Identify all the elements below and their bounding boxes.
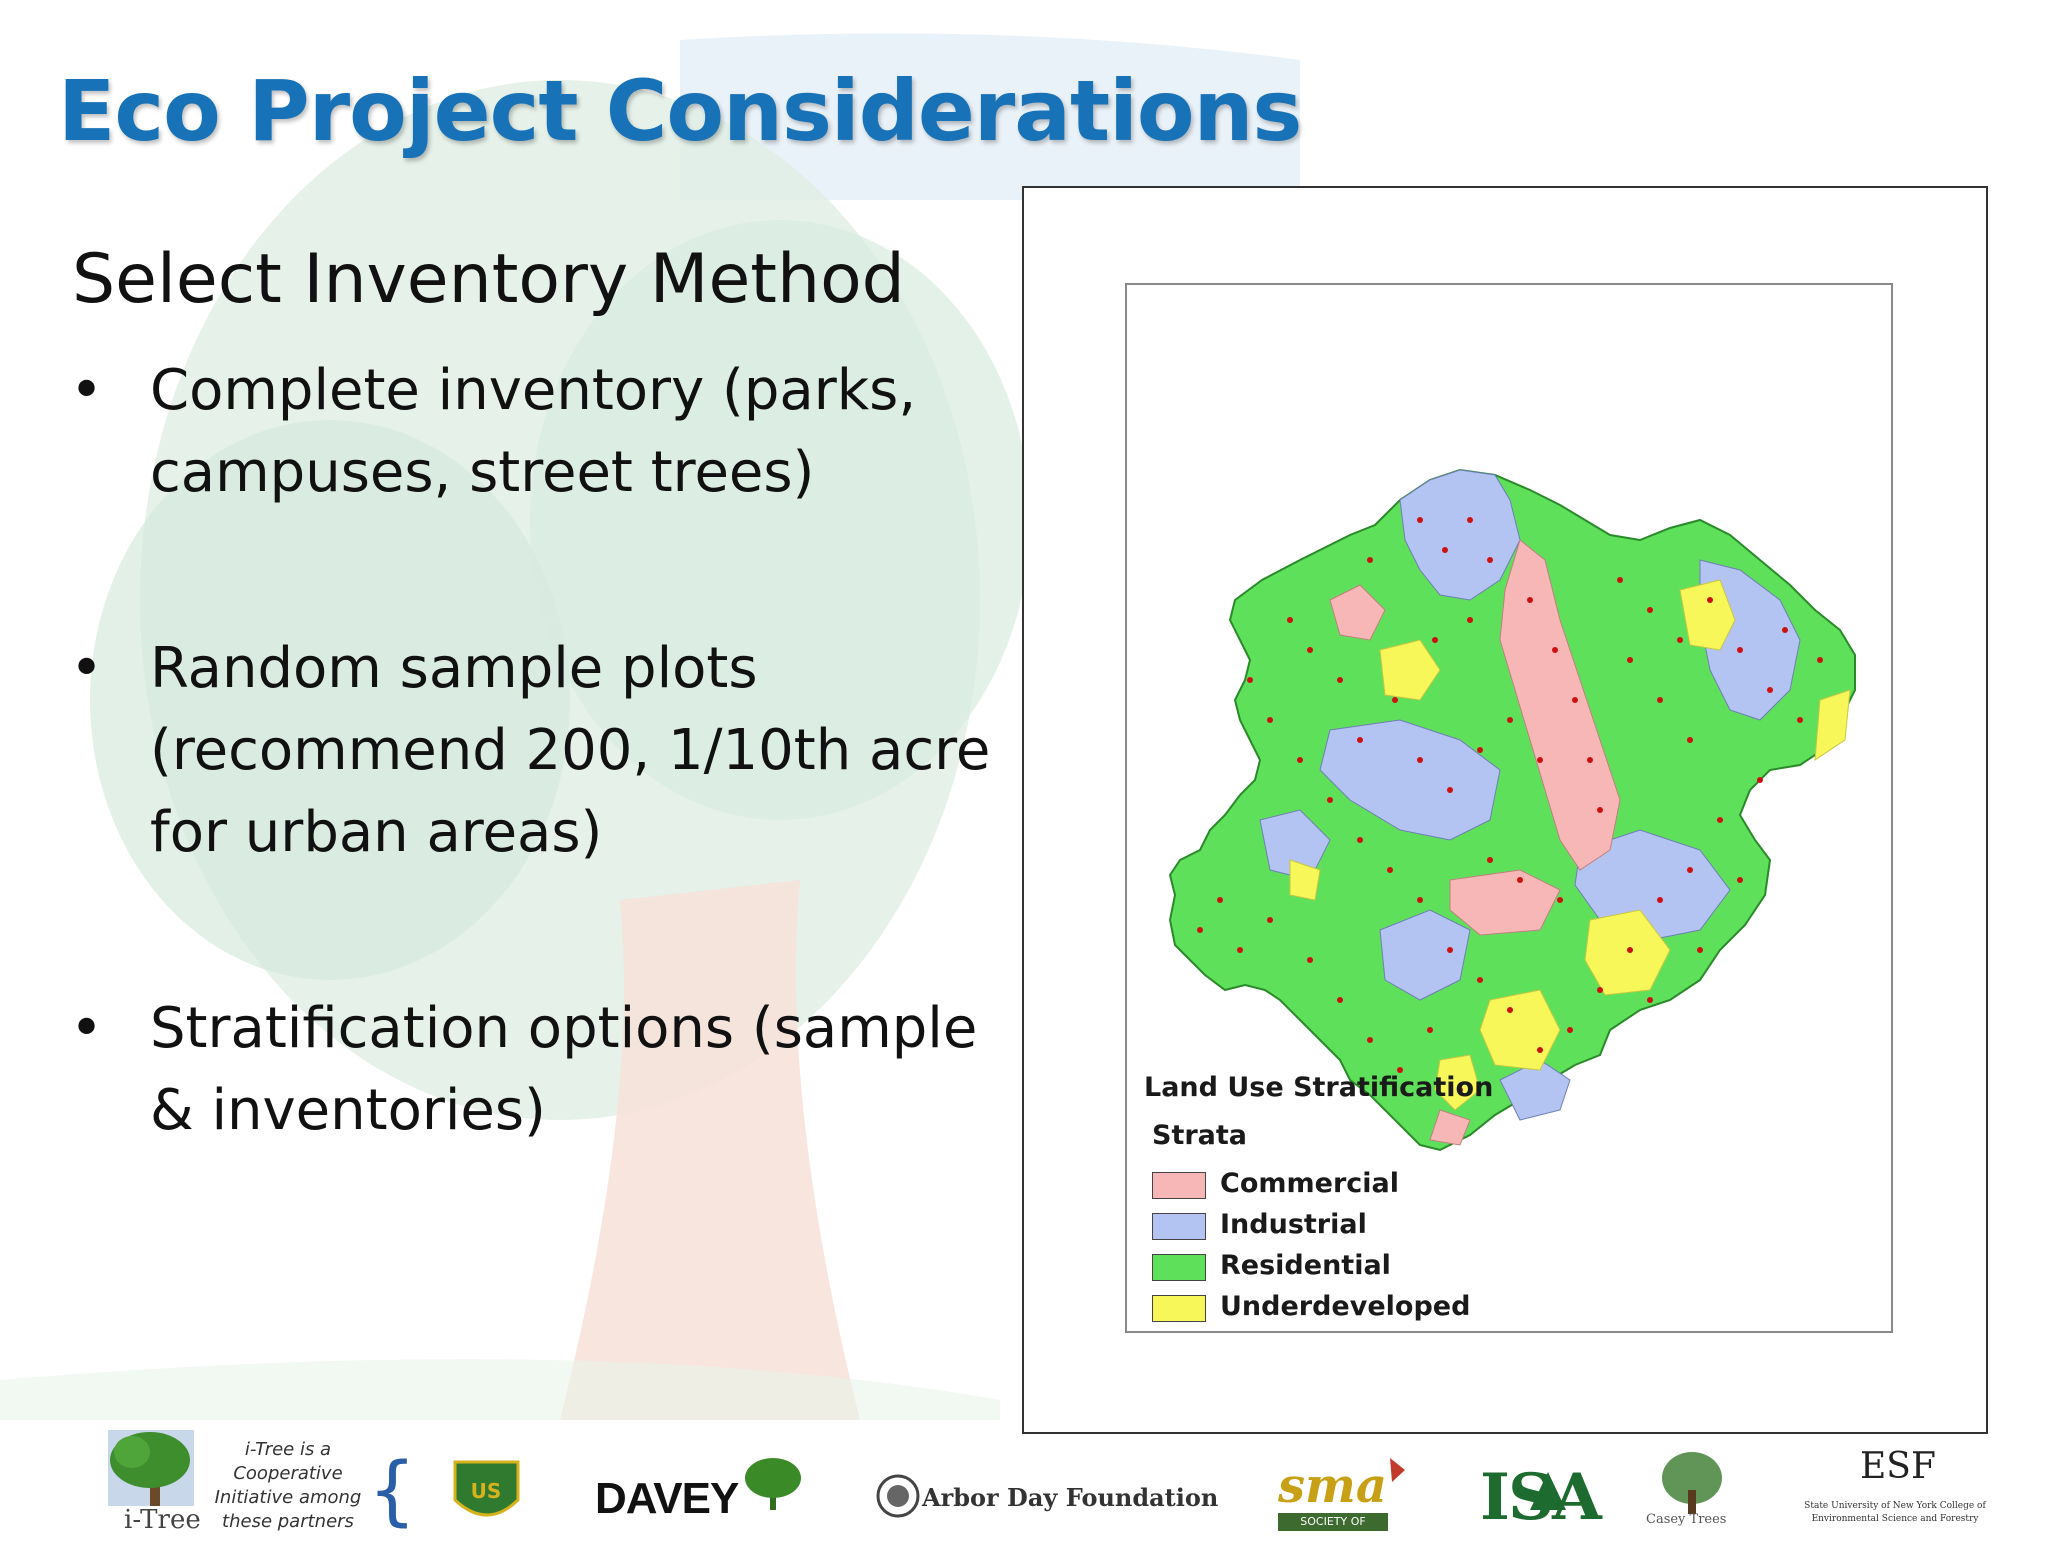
isa-logo: ISA bbox=[1480, 1460, 1602, 1535]
footer-logo-graphics: US bbox=[108, 1430, 1722, 1518]
arbor-day-logo: Arbor Day Foundation bbox=[922, 1483, 1219, 1512]
casey-trees-icon bbox=[1662, 1452, 1722, 1514]
forest-service-shield-icon: US bbox=[453, 1460, 520, 1517]
itree-logo-icon bbox=[108, 1430, 194, 1506]
davey-logo: DAVEY bbox=[595, 1474, 739, 1523]
partner-note: i-Tree is a Cooperative Initiative among… bbox=[214, 1439, 362, 1532]
itree-label: i-Tree bbox=[124, 1505, 201, 1535]
sma-logo-subtitle: SOCIETY OF MUNICIPAL ARBORISTS bbox=[1278, 1513, 1388, 1564]
sma-leaf-icon bbox=[1390, 1458, 1405, 1482]
brace-icon: { bbox=[368, 1445, 417, 1534]
arbor-day-icon bbox=[876, 1474, 920, 1518]
davey-tree-icon bbox=[745, 1458, 801, 1510]
svg-text:US: US bbox=[471, 1479, 502, 1503]
sma-logo: sma bbox=[1278, 1458, 1387, 1514]
esf-logo: ESF bbox=[1860, 1446, 1936, 1487]
esf-logo-subtitle: State University of New York College of … bbox=[1804, 1501, 1986, 1524]
casey-trees-logo: Casey Trees bbox=[1646, 1512, 1727, 1527]
